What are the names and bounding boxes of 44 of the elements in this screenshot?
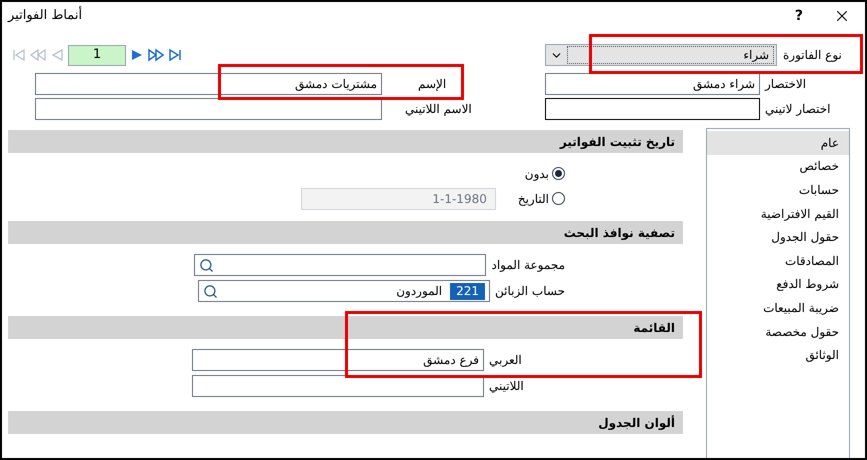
name-field[interactable]: مشتريات دمشق [35, 73, 382, 95]
field-label: حساب الزبائن [495, 283, 565, 300]
radio-button[interactable] [552, 167, 565, 180]
sidebar-item[interactable]: حسابات [707, 178, 849, 202]
radio-option[interactable]: بدون [524, 164, 565, 182]
latin-abbreviation-field[interactable] [545, 98, 760, 120]
section-header: ألوان الجدول [8, 411, 683, 434]
dropdown-value: شراء [567, 46, 774, 64]
record-number-field[interactable]: 1 [68, 44, 126, 66]
field-label: اختصار لاتيني [765, 101, 830, 118]
field-label: مجموعة المواد [491, 257, 565, 274]
field-label: الإسم [418, 76, 446, 93]
sidebar-item[interactable]: القيم الافتراضية [707, 202, 849, 226]
text-field[interactable]: فرع دمشق [192, 349, 484, 371]
invoice-type-dropdown[interactable]: شراء [545, 44, 777, 66]
sidebar-item[interactable]: حقول الجدول [707, 225, 849, 249]
field-label: الاختصار [765, 76, 806, 93]
search-icon[interactable] [199, 258, 214, 272]
window-title: أنماط الفواتير [8, 6, 82, 26]
sidebar-item[interactable]: خصائص [707, 154, 849, 178]
last-record-icon[interactable] [168, 48, 182, 62]
field-label: العربي [489, 352, 523, 369]
field-label: اللاتيني [489, 378, 525, 395]
sidebar-item[interactable]: ضريبة المبيعات [707, 296, 849, 320]
sidebar-item[interactable]: الوثائق [707, 343, 849, 367]
account-code-badge: 221 [450, 282, 486, 300]
sidebar-item[interactable]: المصادقات [707, 248, 849, 273]
latin-name-field[interactable] [35, 98, 382, 120]
field-label: نوع الفاتورة [783, 47, 842, 64]
section-header: القائمة [8, 316, 683, 339]
field-label: الاسم اللاتيني [405, 101, 472, 118]
sidebar-item[interactable]: عام [707, 131, 849, 155]
section-header: تاريخ تثبيت الفواتير [8, 130, 683, 153]
field-value: الموردون [396, 283, 442, 300]
next-icon[interactable] [130, 48, 144, 62]
sidebar-item[interactable]: شروط الدفع [707, 272, 849, 296]
sidebar-item[interactable]: حقول مخصصة [707, 320, 849, 344]
lookup-field[interactable] [194, 254, 486, 276]
search-icon[interactable] [203, 284, 218, 298]
help-button[interactable]: ? [794, 6, 803, 26]
fast-forward-icon[interactable] [148, 48, 164, 62]
text-field[interactable] [192, 375, 484, 397]
abbreviation-field[interactable]: شراء دمشق [545, 73, 760, 95]
section-header: تصفية نوافذ البحث [8, 221, 683, 244]
